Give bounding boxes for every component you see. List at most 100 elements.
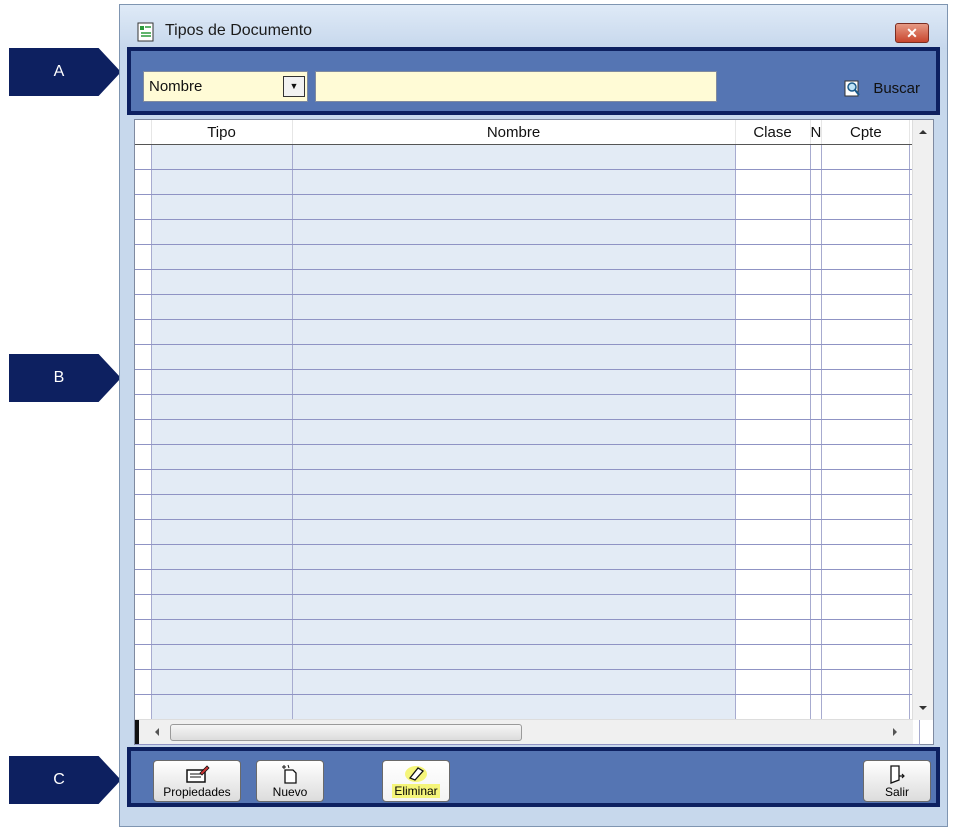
- table-cell[interactable]: [151, 194, 293, 220]
- row-indicator-cell[interactable]: [135, 419, 152, 445]
- table-row[interactable]: [135, 494, 921, 520]
- table-cell[interactable]: [151, 519, 293, 545]
- table-cell[interactable]: [810, 644, 823, 670]
- table-cell[interactable]: [735, 594, 811, 620]
- search-input[interactable]: [315, 71, 717, 102]
- table-cell[interactable]: [810, 494, 823, 520]
- table-cell[interactable]: [292, 569, 736, 595]
- table-cell[interactable]: [735, 144, 811, 170]
- close-button[interactable]: ✕: [895, 23, 929, 43]
- table-cell[interactable]: [821, 219, 911, 245]
- table-cell[interactable]: [151, 269, 293, 295]
- table-cell[interactable]: [735, 469, 811, 495]
- table-cell[interactable]: [735, 244, 811, 270]
- row-indicator-cell[interactable]: [135, 594, 152, 620]
- table-cell[interactable]: [810, 169, 823, 195]
- row-indicator-cell[interactable]: [135, 694, 152, 720]
- table-cell[interactable]: [292, 294, 736, 320]
- row-indicator-cell[interactable]: [135, 344, 152, 370]
- table-cell[interactable]: [735, 494, 811, 520]
- table-cell[interactable]: [810, 444, 823, 470]
- table-cell[interactable]: [810, 144, 823, 170]
- table-cell[interactable]: [292, 144, 736, 170]
- table-cell[interactable]: [292, 594, 736, 620]
- table-cell[interactable]: [821, 394, 911, 420]
- table-cell[interactable]: [821, 169, 911, 195]
- column-header-clase[interactable]: Clase: [735, 120, 811, 145]
- row-indicator-cell[interactable]: [135, 544, 152, 570]
- row-indicator-cell[interactable]: [135, 244, 152, 270]
- row-indicator-cell[interactable]: [135, 669, 152, 695]
- search-field-select[interactable]: Nombre ▼: [143, 71, 308, 102]
- table-row[interactable]: [135, 344, 921, 370]
- table-cell[interactable]: [821, 469, 911, 495]
- table-row[interactable]: [135, 394, 921, 420]
- column-header-n[interactable]: N: [810, 120, 823, 145]
- table-cell[interactable]: [735, 169, 811, 195]
- row-indicator-cell[interactable]: [135, 519, 152, 545]
- table-cell[interactable]: [810, 369, 823, 395]
- table-cell[interactable]: [151, 569, 293, 595]
- row-indicator-cell[interactable]: [135, 444, 152, 470]
- table-row[interactable]: [135, 694, 921, 720]
- table-cell[interactable]: [735, 694, 811, 720]
- table-cell[interactable]: [821, 494, 911, 520]
- table-cell[interactable]: [735, 369, 811, 395]
- table-cell[interactable]: [821, 619, 911, 645]
- row-indicator-cell[interactable]: [135, 494, 152, 520]
- properties-button[interactable]: Propiedades: [153, 760, 241, 802]
- table-cell[interactable]: [292, 669, 736, 695]
- vertical-scrollbar[interactable]: [912, 120, 933, 720]
- row-indicator-cell[interactable]: [135, 319, 152, 345]
- table-row[interactable]: [135, 169, 921, 195]
- table-cell[interactable]: [810, 294, 823, 320]
- table-cell[interactable]: [735, 669, 811, 695]
- table-cell[interactable]: [810, 394, 823, 420]
- table-cell[interactable]: [735, 194, 811, 220]
- table-cell[interactable]: [810, 344, 823, 370]
- table-cell[interactable]: [821, 444, 911, 470]
- row-indicator-cell[interactable]: [135, 219, 152, 245]
- delete-button[interactable]: Eliminar: [382, 760, 450, 802]
- table-cell[interactable]: [292, 169, 736, 195]
- table-cell[interactable]: [292, 494, 736, 520]
- table-cell[interactable]: [151, 644, 293, 670]
- table-cell[interactable]: [821, 644, 911, 670]
- table-row[interactable]: [135, 319, 921, 345]
- table-cell[interactable]: [810, 194, 823, 220]
- horizontal-scroll-thumb[interactable]: [170, 724, 522, 741]
- table-row[interactable]: [135, 144, 921, 170]
- scroll-left-icon[interactable]: [147, 722, 167, 742]
- table-cell[interactable]: [292, 269, 736, 295]
- table-cell[interactable]: [292, 519, 736, 545]
- row-indicator-cell[interactable]: [135, 294, 152, 320]
- table-cell[interactable]: [735, 419, 811, 445]
- table-cell[interactable]: [151, 619, 293, 645]
- table-cell[interactable]: [735, 269, 811, 295]
- table-cell[interactable]: [810, 669, 823, 695]
- table-cell[interactable]: [292, 469, 736, 495]
- table-cell[interactable]: [292, 694, 736, 720]
- row-indicator-cell[interactable]: [135, 469, 152, 495]
- scroll-up-icon[interactable]: [913, 122, 933, 142]
- table-cell[interactable]: [292, 619, 736, 645]
- table-row[interactable]: [135, 569, 921, 595]
- table-cell[interactable]: [810, 244, 823, 270]
- table-row[interactable]: [135, 369, 921, 395]
- table-row[interactable]: [135, 519, 921, 545]
- table-cell[interactable]: [810, 519, 823, 545]
- table-cell[interactable]: [151, 344, 293, 370]
- table-row[interactable]: [135, 419, 921, 445]
- row-indicator-cell[interactable]: [135, 194, 152, 220]
- table-cell[interactable]: [151, 594, 293, 620]
- table-cell[interactable]: [810, 619, 823, 645]
- table-cell[interactable]: [151, 394, 293, 420]
- table-cell[interactable]: [292, 194, 736, 220]
- table-cell[interactable]: [821, 269, 911, 295]
- table-cell[interactable]: [810, 419, 823, 445]
- row-indicator-cell[interactable]: [135, 269, 152, 295]
- chevron-down-icon[interactable]: ▼: [283, 76, 305, 97]
- table-row[interactable]: [135, 644, 921, 670]
- table-cell[interactable]: [735, 444, 811, 470]
- table-cell[interactable]: [735, 569, 811, 595]
